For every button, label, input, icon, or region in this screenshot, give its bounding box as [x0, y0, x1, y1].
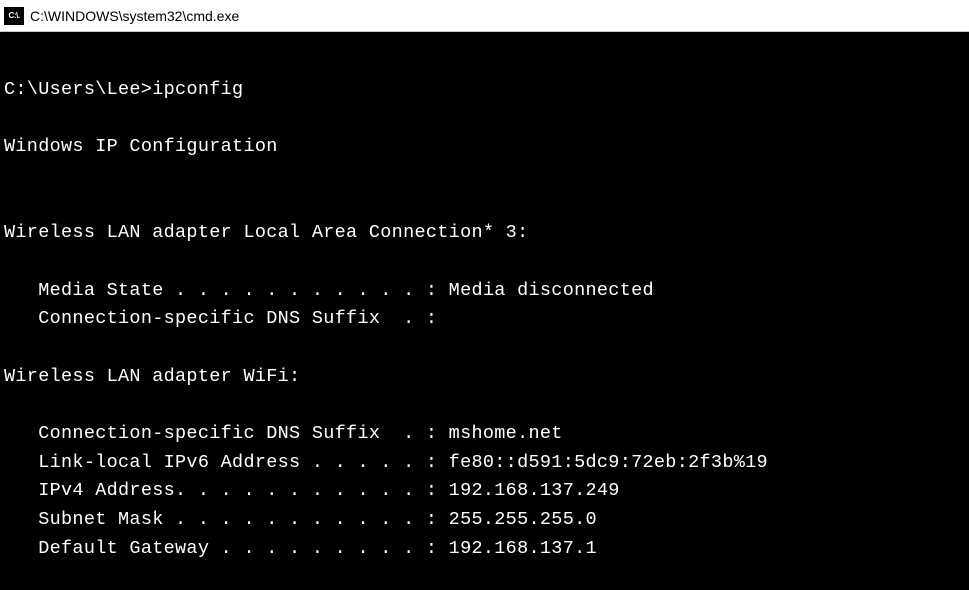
adapter-1-name: Wireless LAN adapter Local Area Connecti… [4, 219, 965, 248]
output-header: Windows IP Configuration [4, 133, 965, 162]
terminal-output[interactable]: C:\Users\Lee>ipconfig Windows IP Configu… [0, 32, 969, 571]
window-title: C:\WINDOWS\system32\cmd.exe [30, 8, 239, 24]
prompt: C:\Users\Lee> [4, 79, 152, 100]
adapter-1-media-state: Media State . . . . . . . . . . . : Medi… [4, 277, 965, 306]
adapter-2-dns-suffix: Connection-specific DNS Suffix . : mshom… [4, 420, 965, 449]
cmd-icon: C:\. [4, 7, 24, 25]
adapter-2-subnet: Subnet Mask . . . . . . . . . . . : 255.… [4, 506, 965, 535]
adapter-2-name: Wireless LAN adapter WiFi: [4, 363, 965, 392]
adapter-2-ipv4: IPv4 Address. . . . . . . . . . . : 192.… [4, 477, 965, 506]
window-title-bar[interactable]: C:\. C:\WINDOWS\system32\cmd.exe [0, 0, 969, 32]
adapter-2-gateway: Default Gateway . . . . . . . . . : 192.… [4, 535, 965, 564]
adapter-1-dns-suffix: Connection-specific DNS Suffix . : [4, 305, 965, 334]
adapter-2-link-local: Link-local IPv6 Address . . . . . : fe80… [4, 449, 965, 478]
command-input: ipconfig [152, 79, 243, 100]
